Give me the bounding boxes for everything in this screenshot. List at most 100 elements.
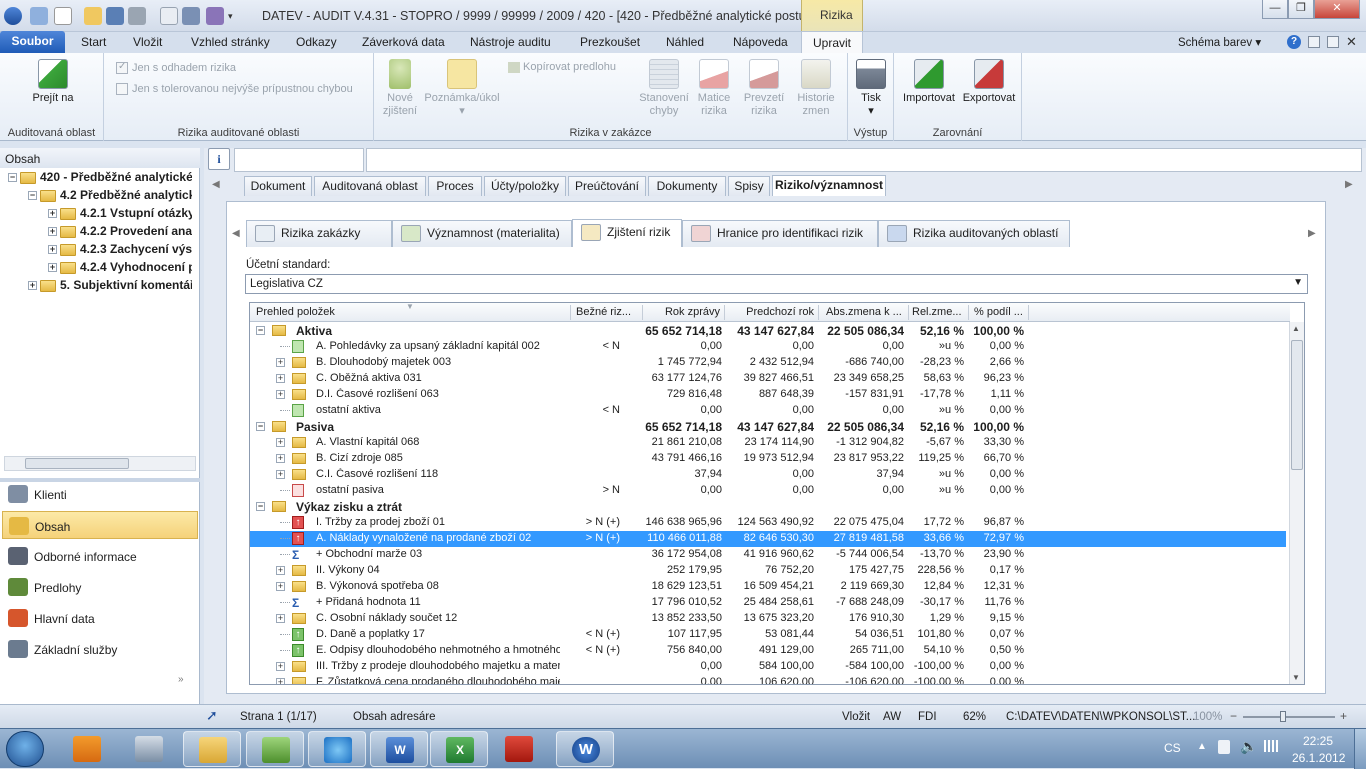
expand-icon[interactable]: + <box>48 209 57 219</box>
collapse-icon[interactable]: − <box>256 326 265 335</box>
inner-tab-vyznamnost-materialita[interactable]: Významnost (materialita) <box>392 220 572 247</box>
tree-node[interactable]: − 4.2 Předběžné analytické <box>28 188 192 202</box>
column-divider[interactable] <box>1028 305 1029 320</box>
help-icon[interactable]: ? <box>1287 35 1301 49</box>
table-row[interactable]: + B. Dlouhodobý majetek 003 1 745 772,94 2 … <box>250 355 1286 371</box>
column-divider[interactable] <box>908 305 909 320</box>
tree-node[interactable]: +5. Subjektivní komentář <box>28 278 192 292</box>
restore-doc-icon[interactable] <box>1327 36 1339 48</box>
taskbar-acrobat[interactable] <box>490 731 548 767</box>
risk-matrix-button[interactable]: Matice rizika <box>692 59 736 118</box>
column-divider[interactable] <box>968 305 969 320</box>
table-row[interactable]: ↑ A. Náklady vynaložené na prodané zboží … <box>250 531 1286 547</box>
table-row[interactable]: + C. Oběžná aktiva 031 63 177 124,76 39 827… <box>250 371 1286 387</box>
show-desktop-button[interactable] <box>1354 729 1366 769</box>
taskbar-explorer[interactable] <box>120 731 178 767</box>
import-button[interactable]: Importovat <box>900 59 958 105</box>
column-header-rel-zme[interactable]: Rel.zme... <box>912 306 964 318</box>
save-icon[interactable] <box>106 7 124 25</box>
scroll-thumb[interactable] <box>25 458 129 469</box>
open-folder-icon[interactable] <box>84 7 102 25</box>
expand-icon[interactable]: + <box>48 227 57 237</box>
table-row[interactable]: − Výkaz zisku a ztrát <box>250 499 1286 515</box>
print-button[interactable]: Tisk ▾ <box>854 59 888 118</box>
standard-select[interactable]: Legislativa CZ ▼ <box>245 274 1308 294</box>
column-header-abs-zmena-k[interactable]: Abs.zmena k ... <box>826 306 904 318</box>
checkbox-odhad[interactable]: ✓ <box>116 61 128 74</box>
inner-tab-zjisteni-rizik[interactable]: Zjištení rizik <box>572 219 682 247</box>
network-signal-icon[interactable] <box>1264 740 1278 752</box>
table-row[interactable]: A. Pohledávky za upsaný základní kapitál… <box>250 339 1286 355</box>
column-divider[interactable] <box>818 305 819 320</box>
tab-riziko-vyznamnost[interactable]: Riziko/významnost <box>772 175 886 196</box>
inner-tab-rizika-zakazky[interactable]: Rizika zakázky <box>246 220 392 247</box>
zoom-out-icon[interactable]: − <box>1230 709 1237 723</box>
tools-icon[interactable] <box>206 7 224 25</box>
new-document-icon[interactable] <box>54 7 72 25</box>
tab-upravit[interactable]: Upravit <box>801 31 863 54</box>
column-header-podil[interactable]: % podíl ... <box>974 306 1024 318</box>
taskbar-media-player[interactable] <box>58 731 116 767</box>
color-scheme-menu[interactable]: Schéma barev ▾ <box>1178 35 1261 49</box>
file-menu-button[interactable]: Soubor <box>0 31 65 53</box>
clock-time[interactable]: 22:25 <box>1303 734 1333 748</box>
taskbar-browser[interactable] <box>308 731 366 767</box>
tree-hscrollbar[interactable] <box>4 456 196 471</box>
go-to-button[interactable]: Prejít na <box>30 59 76 105</box>
tree-node[interactable]: +4.2.1 Vstupní otázky <box>48 206 192 220</box>
tree-node[interactable]: +4.2.4 Vyhodnocení př <box>48 260 192 274</box>
expand-icon[interactable]: + <box>276 582 285 591</box>
tab-proces[interactable]: Proces <box>428 176 482 196</box>
language-indicator[interactable]: CS <box>1164 741 1181 755</box>
close-button[interactable]: ✕ <box>1314 0 1360 19</box>
grid-vscrollbar[interactable]: ▲ ▼ <box>1289 322 1304 684</box>
expand-icon[interactable]: + <box>276 390 285 399</box>
taskbar-network[interactable] <box>246 731 304 767</box>
nav-item-hlavni-data[interactable]: Hlavní data <box>2 604 198 632</box>
expand-icon[interactable]: + <box>276 358 285 367</box>
new-finding-button[interactable]: Nové zjištení <box>378 59 422 118</box>
expand-icon[interactable]: + <box>276 374 285 383</box>
copy-template-button[interactable]: Kopírovat predlohu <box>508 61 628 74</box>
tree-node[interactable]: − 420 - Předběžné analytické <box>8 170 192 184</box>
table-row[interactable]: Σ + Obchodní marže 03 36 172 954,08 41 916 … <box>250 547 1286 563</box>
tab-vlozit[interactable]: Vložit <box>133 35 162 49</box>
tab-odkazy[interactable]: Odkazy <box>296 35 337 49</box>
expand-icon[interactable]: + <box>276 614 285 623</box>
table-row[interactable]: + C. Osobní náklady součet 12 13 852 233,5… <box>250 611 1286 627</box>
table-row[interactable]: + D.I. Časové rozlišení 063 729 816,48 887 … <box>250 387 1286 403</box>
table-row[interactable]: − Pasiva 65 652 714,18 43 147 627,84 22 505 … <box>250 419 1286 435</box>
tab-vzhled-stranky[interactable]: Vzhled stránky <box>191 35 270 49</box>
table-row[interactable]: ostatní pasiva > N 0,00 0,00 0,00 »u % 0,00 % <box>250 483 1286 499</box>
table-row[interactable]: + B. Výkonová spotřeba 08 18 629 123,51 16 … <box>250 579 1286 595</box>
close-doc-icon[interactable]: ✕ <box>1346 34 1357 50</box>
determine-error-button[interactable]: Stanovení chyby <box>636 59 692 118</box>
expand-icon[interactable]: + <box>48 263 57 273</box>
table-row[interactable]: − Aktiva 65 652 714,18 43 147 627,84 22 505 … <box>250 323 1286 339</box>
expand-nav-icon[interactable]: » <box>178 674 184 685</box>
taskbar-datev[interactable]: W <box>556 731 614 767</box>
tab-preuctovani[interactable]: Preúčtování <box>568 176 646 196</box>
inner-tabs-right-arrow-icon[interactable]: ▶ <box>1308 228 1316 239</box>
info-icon[interactable]: i <box>208 148 230 170</box>
maximize-button[interactable]: ❐ <box>1288 0 1314 19</box>
status-mode[interactable]: Vložit <box>842 711 870 723</box>
table-row[interactable]: + A. Vlastní kapitál 068 21 861 210,08 23 1… <box>250 435 1286 451</box>
column-divider[interactable] <box>724 305 725 320</box>
zoom-slider[interactable] <box>1243 716 1335 718</box>
tab-dokument[interactable]: Dokument <box>244 176 312 196</box>
undo-icon[interactable] <box>30 7 48 25</box>
table-row[interactable]: + C.I. Časové rozlišení 118 37,94 0,00 37,94… <box>250 467 1286 483</box>
preview-icon[interactable] <box>160 7 178 25</box>
taskbar-folders[interactable] <box>183 731 241 767</box>
qat-dropdown-icon[interactable]: ▾ <box>228 7 238 25</box>
print-icon[interactable] <box>128 7 146 25</box>
tab-spisy[interactable]: Spisy <box>728 176 770 196</box>
tree-node[interactable]: +4.2.2 Provedení analý <box>48 224 192 238</box>
taskbar-word[interactable]: W <box>370 731 428 767</box>
scroll-down-icon[interactable]: ▼ <box>1292 673 1300 682</box>
collapse-icon[interactable]: − <box>256 422 265 431</box>
page-setup-icon[interactable] <box>182 7 200 25</box>
expand-icon[interactable]: + <box>276 662 285 671</box>
tab-nahled[interactable]: Náhled <box>666 35 704 49</box>
